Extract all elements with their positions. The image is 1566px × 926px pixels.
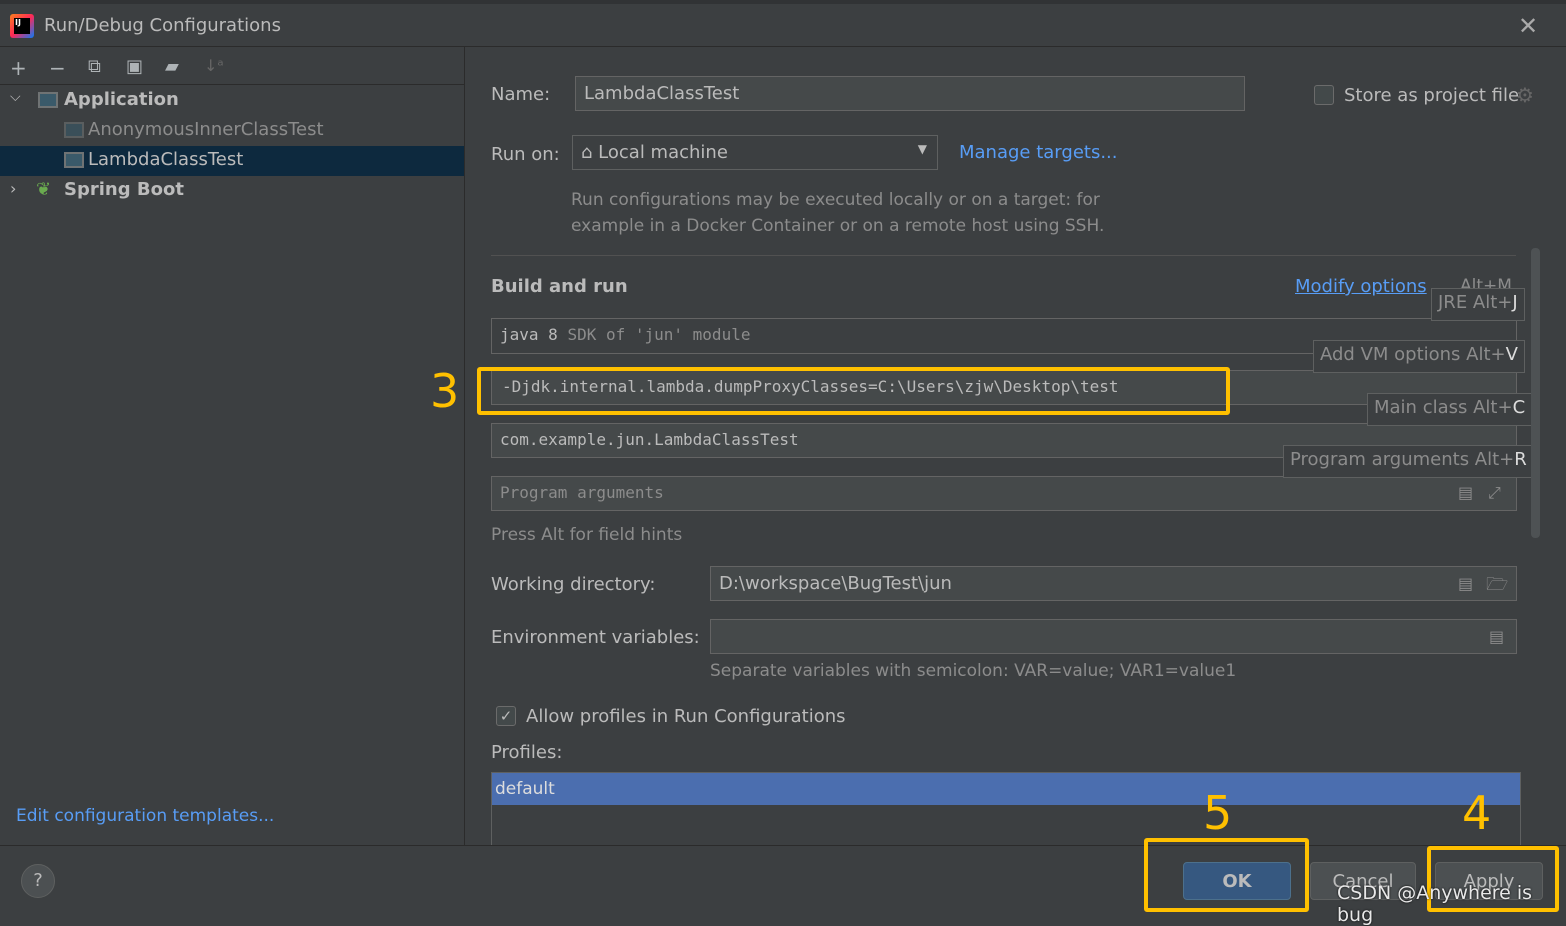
annotation-5: 5 bbox=[1203, 786, 1233, 840]
window-title: Run/Debug Configurations bbox=[44, 15, 281, 36]
allow-profiles-checkbox[interactable]: ✓ bbox=[496, 706, 516, 726]
run-on-label: Run on: bbox=[491, 144, 560, 165]
popup-hint-vm: Add VM options Alt+V bbox=[1313, 340, 1525, 373]
watermark: CSDN @Anywhere is bug bbox=[1337, 882, 1533, 926]
folder-icon[interactable]: 🗁 bbox=[1486, 572, 1508, 602]
profiles-label: Profiles: bbox=[491, 742, 563, 763]
run-on-select[interactable]: ⌂ Local machine ▼ bbox=[572, 135, 938, 170]
gear-icon[interactable]: ⚙ bbox=[1516, 83, 1534, 107]
tree-item-anonymousinnerclasstest[interactable]: AnonymousInnerClassTest bbox=[0, 116, 464, 146]
allow-profiles-label: Allow profiles in Run Configurations bbox=[526, 706, 846, 727]
popup-hint-main: Main class Alt+C bbox=[1367, 393, 1533, 426]
jre-value: java 8 bbox=[500, 325, 558, 344]
highlight-box-ok bbox=[1144, 838, 1309, 912]
modify-options-link[interactable]: Modify options bbox=[1295, 276, 1427, 297]
env-hint: Separate variables with semicolon: VAR=v… bbox=[710, 661, 1237, 681]
tree-item-label: LambdaClassTest bbox=[88, 149, 244, 170]
annotation-4: 4 bbox=[1462, 786, 1492, 840]
home-icon: ⌂ bbox=[581, 142, 593, 163]
run-on-value: Local machine bbox=[598, 142, 728, 163]
popup-hint-jre: JRE Alt+J bbox=[1431, 288, 1525, 321]
run-on-description: Run configurations may be executed local… bbox=[571, 190, 1100, 210]
workdir-input[interactable]: D:\workspace\BugTest\jun bbox=[710, 566, 1517, 601]
spring-boot-icon: ❦ bbox=[36, 179, 52, 200]
name-label: Name: bbox=[491, 84, 551, 105]
expand-icon[interactable]: ⤢ bbox=[1488, 483, 1501, 503]
chevron-right-icon[interactable]: › bbox=[10, 179, 16, 198]
manage-targets-link[interactable]: Manage targets... bbox=[959, 142, 1118, 163]
profiles-list: default bbox=[491, 772, 1521, 845]
env-input[interactable] bbox=[710, 619, 1517, 654]
field-hint: Press Alt for field hints bbox=[491, 525, 683, 545]
highlight-box-vm-options bbox=[477, 367, 1230, 415]
config-icon bbox=[64, 122, 84, 138]
store-project-checkbox[interactable] bbox=[1314, 85, 1334, 105]
dropdown-arrow-icon: ▼ bbox=[917, 142, 927, 156]
jre-hint: SDK of 'jun' module bbox=[567, 325, 751, 344]
build-run-heading: Build and run bbox=[491, 276, 628, 297]
tree-group-label: Application bbox=[64, 89, 179, 110]
annotation-3: 3 bbox=[430, 364, 460, 418]
tree-group-application[interactable]: ⌵ Application bbox=[0, 86, 464, 116]
scrollbar[interactable] bbox=[1531, 248, 1540, 538]
document-icon[interactable]: ▤ bbox=[1458, 483, 1473, 502]
sort-icon[interactable]: ↓ᵃ bbox=[204, 56, 224, 75]
edit-templates-link[interactable]: Edit configuration templates... bbox=[16, 806, 274, 826]
new-folder-icon[interactable]: ▰ bbox=[165, 56, 179, 77]
name-input[interactable]: LambdaClassTest bbox=[575, 76, 1245, 111]
help-button[interactable]: ? bbox=[21, 864, 55, 898]
tree-item-label: AnonymousInnerClassTest bbox=[88, 119, 324, 140]
profile-item-default[interactable]: default bbox=[492, 773, 1520, 805]
document-icon[interactable]: ▤ bbox=[1458, 574, 1473, 593]
application-icon bbox=[38, 92, 58, 108]
save-icon[interactable]: ▣ bbox=[126, 56, 143, 77]
program-args-input[interactable]: Program arguments bbox=[491, 476, 1517, 511]
close-icon[interactable]: ✕ bbox=[1518, 12, 1538, 40]
plus-icon[interactable]: + bbox=[10, 56, 27, 80]
tree-group-label: Spring Boot bbox=[64, 179, 184, 200]
run-on-description: example in a Docker Container or on a re… bbox=[571, 216, 1105, 236]
env-label: Environment variables: bbox=[491, 627, 700, 648]
store-project-label: Store as project file bbox=[1344, 85, 1520, 106]
tree-group-spring-boot[interactable]: › ❦ Spring Boot bbox=[0, 176, 464, 206]
workdir-label: Working directory: bbox=[491, 574, 656, 595]
popup-hint-args: Program arguments Alt+R bbox=[1283, 445, 1534, 478]
minus-icon[interactable]: − bbox=[49, 56, 66, 80]
copy-icon[interactable]: ⧉ bbox=[88, 56, 101, 77]
tree-item-lambdaclasstest[interactable]: LambdaClassTest bbox=[0, 146, 464, 176]
config-icon bbox=[64, 152, 84, 168]
intellij-logo-icon: IJ bbox=[10, 14, 34, 38]
document-icon[interactable]: ▤ bbox=[1489, 627, 1504, 646]
chevron-down-icon[interactable]: ⌵ bbox=[10, 89, 21, 105]
